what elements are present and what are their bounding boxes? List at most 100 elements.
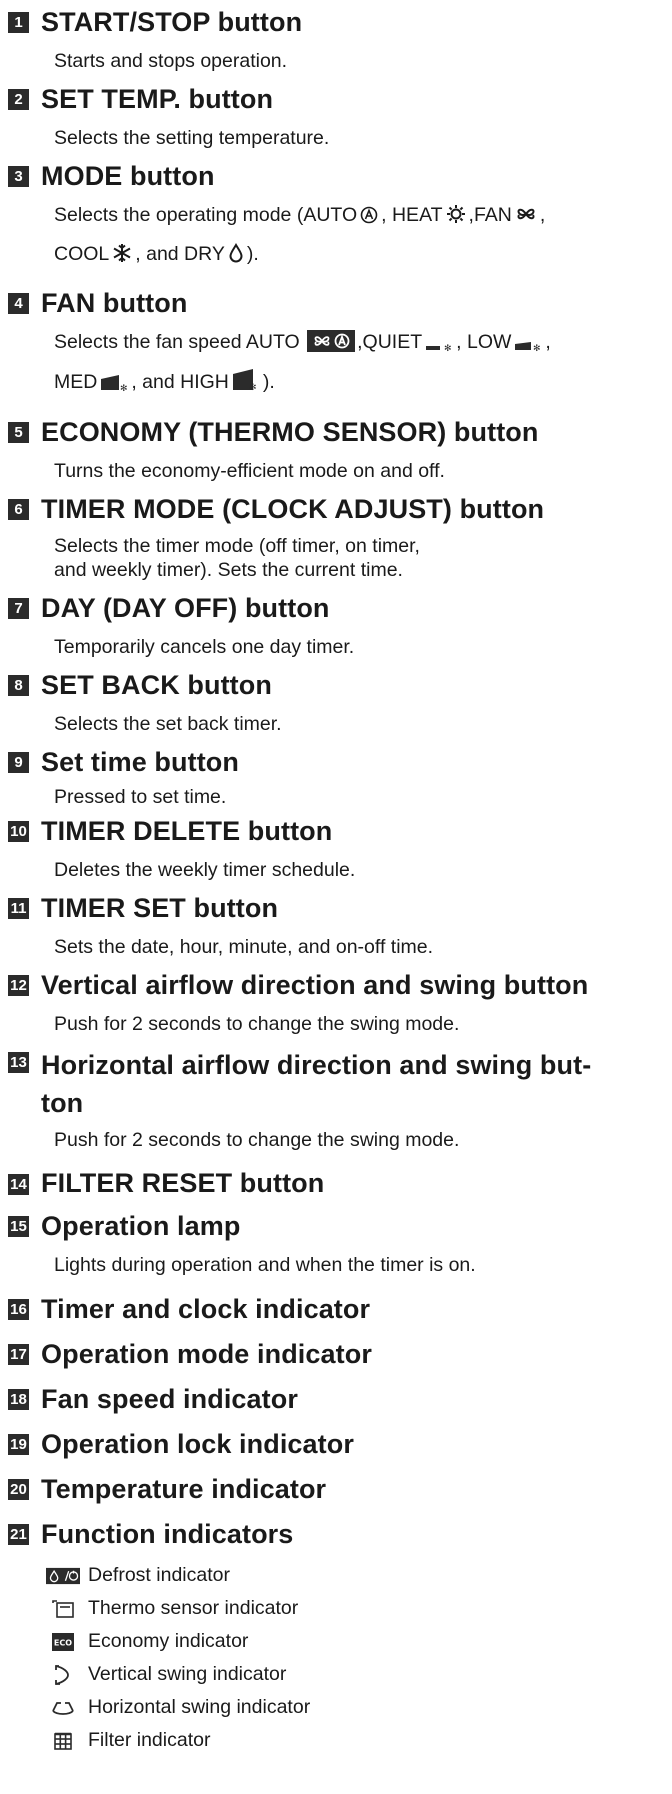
item-description: Selects the setting temperature. — [54, 127, 330, 149]
item-title: Timer and clock indicator — [41, 1293, 371, 1324]
item-timer-delete: 10 TIMER DELETE button Deletes the weekly… — [8, 811, 672, 888]
mode-desc-text: COOL — [54, 243, 110, 265]
item-filter-reset: 14 FILTER RESET button — [8, 1162, 672, 1206]
item-title: DAY (DAY OFF) button — [41, 592, 330, 623]
item-number: 7 — [8, 598, 29, 619]
item-title: Function indicators — [41, 1518, 294, 1549]
item-fan: 4 FAN button Selects the fan speed AUTO ,… — [8, 283, 672, 404]
fan-desc-text: , — [545, 331, 551, 353]
function-indicator-item: Vertical swing indicator — [46, 1658, 672, 1691]
item-number: 11 — [8, 898, 29, 919]
economy-icon: ECO — [46, 1632, 80, 1651]
function-indicator-item: Horizontal swing indicator — [46, 1691, 672, 1724]
mode-desc-text: Selects the operating mode ( — [54, 204, 304, 226]
item-description: Sets the date, hour, minute, and on-off … — [54, 936, 434, 958]
item-number: 12 — [8, 975, 29, 996]
auto-mode-icon — [360, 200, 378, 236]
item-description: Lights during operation and when the tim… — [54, 1254, 476, 1276]
item-set-temp: 2 SET TEMP. button Selects the setting te… — [8, 79, 672, 156]
horizontal-swing-icon — [46, 1699, 80, 1717]
mode-desc-text: AUTO — [303, 204, 358, 226]
item-operation-lamp: 15 Operation lamp Lights during operation… — [8, 1206, 672, 1283]
item-number: 21 — [8, 1524, 29, 1545]
thermo-sensor-icon — [46, 1599, 80, 1619]
item-economy: 5 ECONOMY (THERMO SENSOR) button Turns th… — [8, 412, 672, 489]
item-title: MODE button — [41, 160, 215, 191]
function-indicator-label: Horizontal swing indicator — [88, 1696, 311, 1718]
item-horizontal-airflow: 13 Horizontal airflow direction and swing… — [8, 1042, 672, 1158]
item-temperature-indicator: 20 Temperature indicator — [8, 1467, 672, 1512]
heat-mode-icon — [446, 200, 466, 236]
item-number: 5 — [8, 422, 29, 443]
item-title: Horizontal airflow direction and swing b… — [41, 1050, 592, 1118]
item-number: 1 — [8, 12, 29, 33]
item-vertical-airflow: 12 Vertical airflow direction and swing b… — [8, 965, 672, 1042]
item-description: Selects the set back timer. — [54, 713, 282, 735]
item-number: 20 — [8, 1479, 29, 1500]
item-title: Operation lamp — [41, 1210, 241, 1241]
function-indicator-item: Defrost indicator — [46, 1559, 672, 1592]
item-description: Starts and stops operation. — [54, 50, 288, 72]
svg-text:✻: ✻ — [444, 344, 452, 352]
defrost-icon — [46, 1566, 80, 1586]
item-number: 6 — [8, 499, 29, 520]
vertical-swing-icon — [46, 1664, 80, 1686]
item-title: TIMER MODE (CLOCK ADJUST) button — [41, 493, 545, 524]
mode-desc-text: , — [539, 204, 546, 226]
item-number: 3 — [8, 166, 29, 187]
fan-high-icon: ✻ — [231, 368, 261, 404]
item-description: Selects the fan speed AUTO ,QUIET ✻ , LOW ✻… — [54, 324, 664, 404]
item-title: FAN button — [41, 287, 188, 318]
fan-auto-icon — [307, 328, 356, 364]
item-number: 4 — [8, 293, 29, 314]
fan-desc-text: , LOW — [456, 331, 512, 353]
item-number: 15 — [8, 1216, 29, 1237]
item-number: 10 — [8, 821, 29, 842]
item-number: 18 — [8, 1389, 29, 1410]
mode-desc-text: ,FAN — [468, 204, 512, 226]
item-title: Operation lock indicator — [41, 1428, 354, 1459]
item-operation-lock-indicator: 19 Operation lock indicator — [8, 1422, 672, 1467]
fan-desc-text: ). — [262, 371, 275, 393]
svg-text:ECO: ECO — [54, 1638, 72, 1647]
fan-desc-text: , and HIGH — [131, 371, 229, 393]
manual-page: 1 START/STOP button Starts and stops oper… — [0, 0, 672, 1757]
item-title: TIMER DELETE button — [41, 815, 333, 846]
item-title: Set time button — [41, 746, 239, 777]
function-indicator-list: Defrost indicator Thermo sensor indicato… — [46, 1559, 672, 1757]
item-description: Push for 2 seconds to change the swing m… — [54, 1013, 460, 1035]
fan-med-icon: ✻ — [99, 368, 129, 404]
item-title: SET TEMP. button — [41, 83, 274, 114]
item-title: Fan speed indicator — [41, 1383, 298, 1414]
item-title: SET BACK button — [41, 669, 272, 700]
svg-text:✻: ✻ — [120, 384, 128, 392]
function-indicator-label: Filter indicator — [88, 1729, 211, 1751]
item-function-indicators: 21 Function indicators Defrost indicator … — [8, 1512, 672, 1757]
item-number: 8 — [8, 675, 29, 696]
item-title: FILTER RESET button — [41, 1168, 325, 1199]
item-number: 19 — [8, 1434, 29, 1455]
item-description: Deletes the weekly timer schedule. — [54, 859, 356, 881]
item-description: Selects the operating mode (AUTO , HEAT ,F… — [54, 197, 664, 275]
item-title: ECONOMY (THERMO SENSOR) button — [41, 416, 539, 447]
item-number: 14 — [8, 1173, 29, 1195]
item-title: Operation mode indicator — [41, 1338, 372, 1369]
item-set-time: 9 Set time button Pressed to set time. — [8, 742, 672, 811]
item-description: Turns the economy-efficient mode on and … — [54, 460, 445, 482]
fan-quiet-icon: ✻ — [424, 328, 454, 364]
item-set-back: 8 SET BACK button Selects the set back ti… — [8, 665, 672, 742]
item-description: Push for 2 seconds to change the swing m… — [54, 1129, 460, 1151]
mode-desc-text: , and DRY — [135, 243, 225, 265]
function-indicator-label: Defrost indicator — [88, 1564, 230, 1586]
item-number: 13 — [8, 1052, 29, 1073]
item-description: Pressed to set time. — [54, 786, 227, 808]
item-title: Temperature indicator — [41, 1473, 327, 1504]
function-indicator-label: Thermo sensor indicator — [88, 1597, 299, 1619]
svg-text:✻: ✻ — [249, 383, 257, 392]
item-title: START/STOP button — [41, 6, 303, 37]
fan-low-icon: ✻ — [513, 328, 543, 364]
item-number: 9 — [8, 752, 29, 773]
fan-desc-text: ,QUIET — [357, 331, 423, 353]
item-number: 2 — [8, 89, 29, 110]
item-description: Temporarily cancels one day timer. — [54, 636, 355, 658]
